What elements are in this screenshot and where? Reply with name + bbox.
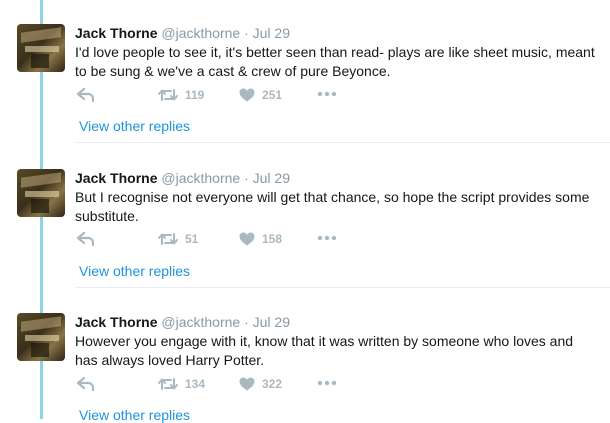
reply-icon <box>77 232 95 246</box>
divider <box>75 142 610 143</box>
more-icon <box>317 380 337 386</box>
tweet-date[interactable]: Jul 29 <box>253 314 290 330</box>
author-handle[interactable]: @jackthorne <box>161 314 240 330</box>
tweet-text: I'd love people to see it, it's better s… <box>75 44 595 79</box>
like-button[interactable]: 322 <box>239 377 282 391</box>
avatar[interactable] <box>17 169 65 217</box>
separator: · <box>244 314 249 330</box>
retweet-icon <box>158 233 178 245</box>
author-handle[interactable]: @jackthorne <box>161 25 240 41</box>
retweet-count: 119 <box>185 88 205 102</box>
author-name[interactable]: Jack Thorne <box>75 25 157 41</box>
tweet-text: However you engage with it, know that it… <box>75 333 574 368</box>
retweet-button[interactable]: 119 <box>158 88 204 102</box>
reply-icon <box>77 377 95 391</box>
retweet-icon <box>158 89 178 101</box>
view-other-replies-link[interactable]: View other replies <box>79 118 190 134</box>
view-other-replies-link[interactable]: View other replies <box>79 407 190 423</box>
separator: · <box>244 170 249 186</box>
like-count: 251 <box>262 88 283 102</box>
avatar[interactable] <box>17 313 65 361</box>
like-icon <box>239 88 255 102</box>
tweet-content: Jack Thorne @jackthorne · Jul 29 However… <box>75 313 595 370</box>
reply-button[interactable] <box>77 88 95 102</box>
like-icon <box>239 377 255 391</box>
tweet-actions: 134 322 <box>75 377 375 397</box>
tweet-actions: 51 158 <box>75 232 375 252</box>
tweet-date[interactable]: Jul 29 <box>253 25 290 41</box>
retweet-count: 134 <box>185 377 206 391</box>
retweet-button[interactable]: 51 <box>158 232 198 246</box>
tweet-date[interactable]: Jul 29 <box>253 170 290 186</box>
author-name[interactable]: Jack Thorne <box>75 170 157 186</box>
retweet-button[interactable]: 134 <box>158 377 205 391</box>
like-count: 158 <box>262 232 283 246</box>
retweet-icon <box>158 378 178 390</box>
more-button[interactable] <box>317 235 337 241</box>
more-button[interactable] <box>317 380 337 386</box>
author-handle[interactable]: @jackthorne <box>161 170 240 186</box>
tweet-actions: 119 251 <box>75 88 375 108</box>
author-name[interactable]: Jack Thorne <box>75 314 157 330</box>
like-count: 322 <box>262 377 283 391</box>
tweet-content: Jack Thorne @jackthorne · Jul 29 But I r… <box>75 169 595 226</box>
more-button[interactable] <box>317 91 337 97</box>
like-icon <box>239 232 255 246</box>
more-icon <box>317 235 337 241</box>
tweet-header: Jack Thorne @jackthorne · Jul 29 <box>75 313 595 331</box>
tweet-text: But I recognise not everyone will get th… <box>75 189 590 224</box>
view-other-replies-link[interactable]: View other replies <box>79 263 190 279</box>
tweet-header: Jack Thorne @jackthorne · Jul 29 <box>75 169 595 187</box>
avatar[interactable] <box>17 24 65 72</box>
retweet-count: 51 <box>185 232 199 246</box>
separator: · <box>244 25 249 41</box>
divider <box>75 287 610 288</box>
tweet-header: Jack Thorne @jackthorne · Jul 29 <box>75 24 595 42</box>
tweet-content: Jack Thorne @jackthorne · Jul 29 I'd lov… <box>75 24 595 81</box>
like-button[interactable]: 251 <box>239 88 282 102</box>
more-icon <box>317 91 337 97</box>
reply-icon <box>77 88 95 102</box>
like-button[interactable]: 158 <box>239 232 282 246</box>
reply-button[interactable] <box>77 232 95 246</box>
reply-button[interactable] <box>77 377 95 391</box>
